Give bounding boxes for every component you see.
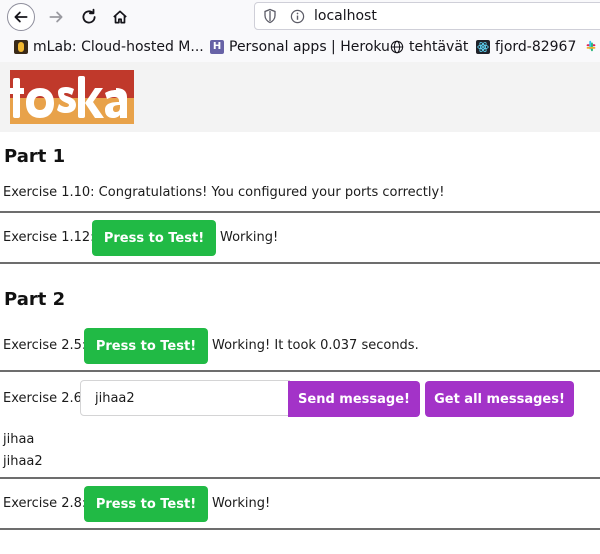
- ex25-test-button[interactable]: Press to Test!: [84, 328, 208, 364]
- ex25-status: Working! It took 0.037 seconds.: [212, 338, 419, 353]
- ex112-status: Working!: [220, 230, 279, 245]
- slack-icon: [586, 40, 596, 52]
- bookmarks-bar: mLab: Cloud-hosted M... H Personal apps …: [0, 34, 600, 63]
- arrow-left-icon: [14, 11, 28, 23]
- part2-title: Part 2: [4, 289, 66, 310]
- home-icon: [113, 10, 127, 24]
- reload-icon: [82, 8, 96, 24]
- arrow-right-icon: [49, 11, 63, 23]
- bookmark-label: mLab: Cloud-hosted M...: [33, 39, 204, 55]
- send-message-button[interactable]: Send message!: [288, 381, 420, 417]
- globe-icon: [390, 40, 404, 54]
- exercise-1-12-label: Exercise 1.12:: [3, 230, 95, 245]
- exercise-2-6-label: Exercise 2.6:: [3, 391, 87, 406]
- exercise-2-8-label: Exercise 2.8:: [3, 496, 87, 511]
- message-item: jihaa: [3, 432, 35, 447]
- page-header: [0, 62, 600, 132]
- divider: [0, 370, 600, 372]
- bookmark-label: tehtävät: [409, 39, 469, 55]
- bookmark-label: Personal apps | Heroku: [229, 39, 390, 55]
- exercise-1-10-text: Exercise 1.10: Congratulations! You conf…: [3, 185, 445, 200]
- ex28-test-button[interactable]: Press to Test!: [84, 486, 208, 522]
- part1-title: Part 1: [4, 146, 66, 167]
- get-all-messages-button[interactable]: Get all messages!: [425, 381, 574, 417]
- browser-toolbar: localhost: [0, 0, 600, 34]
- toska-logo: [10, 70, 134, 124]
- back-button[interactable]: [7, 3, 35, 31]
- url-text[interactable]: localhost: [314, 8, 377, 24]
- address-bar[interactable]: localhost: [254, 2, 600, 30]
- message-item: jihaa2: [3, 454, 43, 469]
- ex28-status: Working!: [212, 496, 271, 511]
- divider: [0, 477, 600, 479]
- bookmark-more[interactable]: [584, 39, 600, 53]
- message-input[interactable]: [80, 380, 290, 416]
- bookmark-label: fjord-82967: [495, 39, 577, 55]
- mlab-icon: [14, 40, 28, 54]
- divider: [0, 528, 600, 530]
- reload-button[interactable]: [75, 3, 103, 31]
- forward-button[interactable]: [42, 3, 70, 31]
- exercise-2-5-label: Exercise 2.5:: [3, 338, 87, 353]
- bookmark-heroku[interactable]: H Personal apps | Heroku: [210, 39, 390, 55]
- home-button[interactable]: [106, 3, 134, 31]
- bookmark-tehtavat[interactable]: tehtävät: [390, 39, 468, 55]
- ex112-test-button[interactable]: Press to Test!: [92, 220, 216, 256]
- divider: [0, 211, 600, 213]
- shield-icon[interactable]: [262, 8, 278, 24]
- react-icon: [476, 40, 490, 54]
- bookmark-fjord[interactable]: fjord-82967: [476, 39, 576, 55]
- heroku-icon: H: [210, 40, 224, 54]
- divider: [0, 262, 600, 264]
- bookmark-mlab[interactable]: mLab: Cloud-hosted M...: [14, 39, 204, 55]
- info-icon[interactable]: [290, 9, 305, 24]
